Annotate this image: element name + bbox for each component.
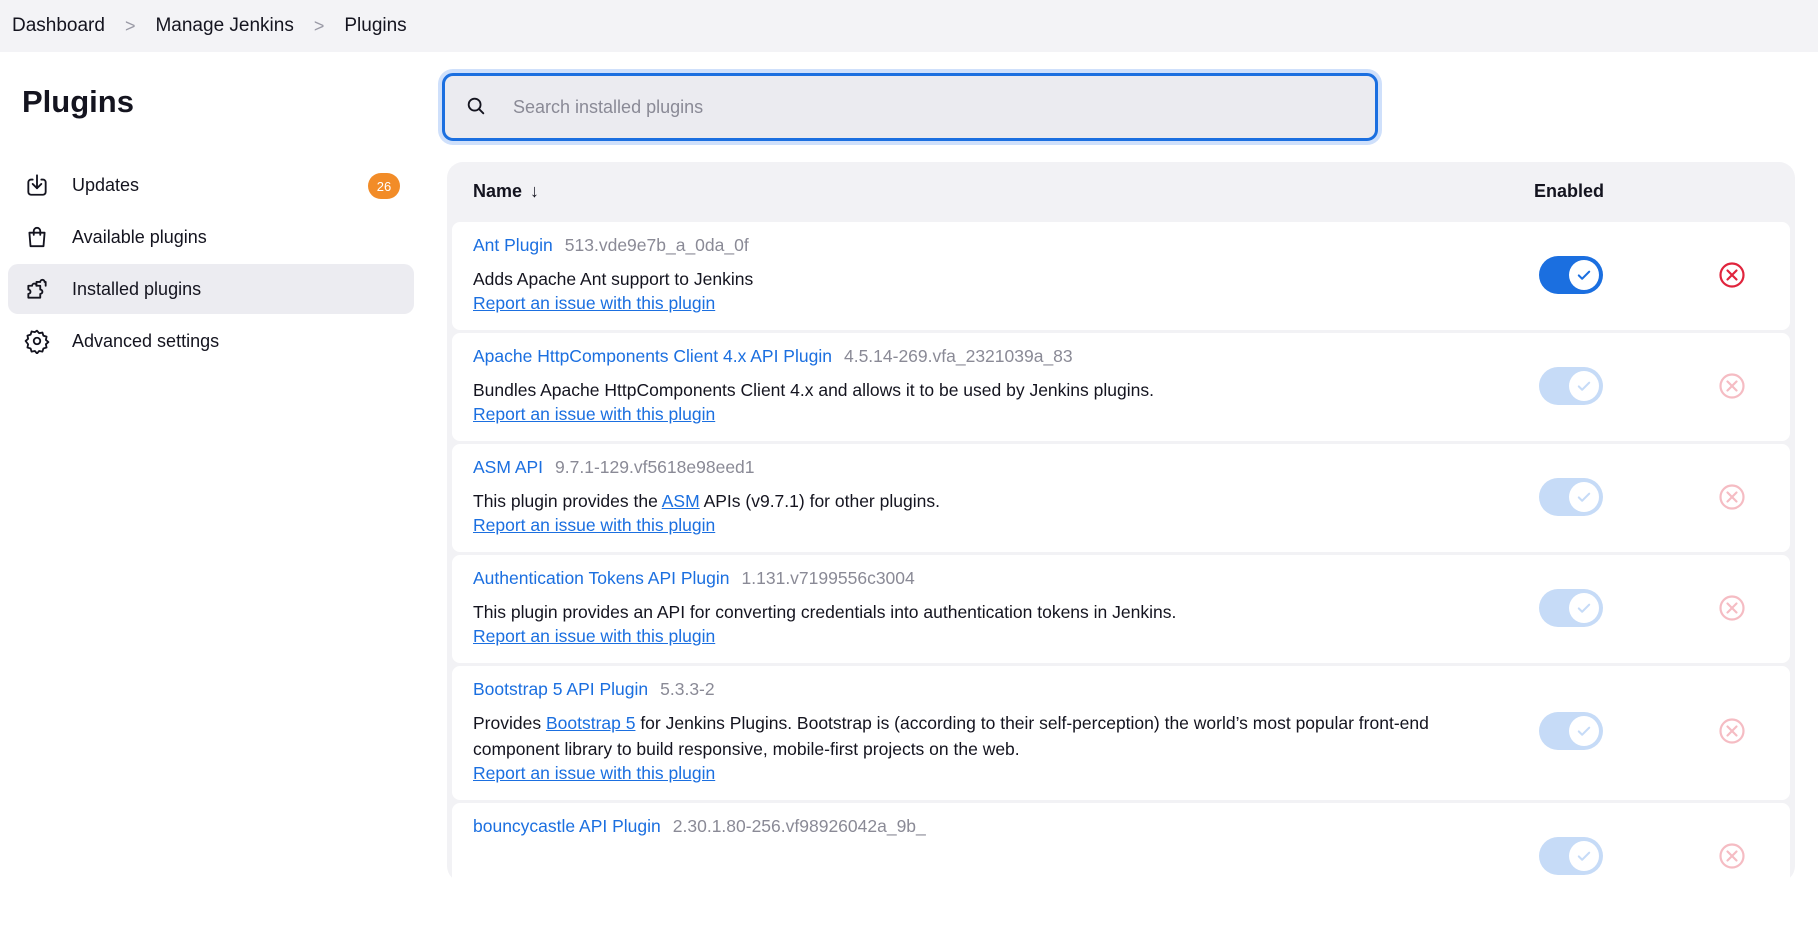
- sidebar-item-installed-plugins[interactable]: Installed plugins: [8, 264, 414, 314]
- uninstall-icon[interactable]: [1718, 594, 1746, 622]
- bootstrap-5-link[interactable]: Bootstrap 5: [546, 713, 636, 733]
- plugin-version: 513.vde9e7b_a_0da_0f: [564, 235, 749, 255]
- breadcrumb-plugins[interactable]: Plugins: [344, 15, 406, 37]
- enabled-toggle[interactable]: [1539, 367, 1603, 405]
- column-header-name[interactable]: Name ↓: [473, 181, 539, 202]
- download-icon: [22, 170, 52, 200]
- checkmark-icon: [1569, 260, 1599, 290]
- search-input[interactable]: [511, 95, 1375, 119]
- page-title: Plugins: [22, 84, 134, 119]
- breadcrumb-separator: >: [313, 15, 325, 36]
- enabled-toggle[interactable]: [1539, 712, 1603, 750]
- sidebar-item-advanced-settings[interactable]: Advanced settings: [8, 316, 414, 366]
- checkmark-icon: [1569, 371, 1599, 401]
- sidebar: Updates 26 Available plugins Installed p…: [8, 160, 414, 368]
- plugin-name-link[interactable]: bouncycastle API Plugin: [473, 816, 661, 836]
- plugin-name-link[interactable]: Ant Plugin: [473, 235, 553, 255]
- breadcrumb-dashboard[interactable]: Dashboard: [12, 15, 105, 37]
- plugin-version: 9.7.1-129.vf5618e98eed1: [555, 457, 755, 477]
- column-header-enabled: Enabled: [1534, 181, 1605, 201]
- sort-arrow-icon: ↓: [530, 181, 540, 201]
- plugin-name-link[interactable]: Bootstrap 5 API Plugin: [473, 679, 648, 699]
- sidebar-item-available-plugins[interactable]: Available plugins: [8, 212, 414, 262]
- checkmark-icon: [1569, 482, 1599, 512]
- uninstall-icon[interactable]: [1718, 717, 1746, 745]
- plugin-description: This plugin provides an API for converti…: [473, 602, 1177, 622]
- enabled-toggle[interactable]: [1539, 256, 1603, 294]
- plugin-version: 2.30.1.80-256.vf98926042a_9b_: [672, 816, 926, 836]
- report-issue-link[interactable]: Report an issue with this plugin: [473, 762, 715, 784]
- gear-icon: [22, 326, 52, 356]
- plugin-description: Provides Bootstrap 5 for Jenkins Plugins…: [473, 713, 1429, 759]
- plugin-description: This plugin provides the ASM APIs (v9.7.…: [473, 491, 940, 511]
- breadcrumb-manage-jenkins[interactable]: Manage Jenkins: [155, 15, 293, 37]
- plugin-name-link[interactable]: Authentication Tokens API Plugin: [473, 568, 730, 588]
- plugin-version: 1.131.v7199556c3004: [741, 568, 915, 588]
- sidebar-item-label: Advanced settings: [72, 330, 220, 351]
- table-row: Authentication Tokens API Plugin 1.131.v7…: [452, 555, 1790, 663]
- breadcrumb: Dashboard > Manage Jenkins > Plugins: [0, 0, 1818, 52]
- table-header: Name ↓ Enabled: [447, 162, 1795, 224]
- enabled-toggle[interactable]: [1539, 837, 1603, 875]
- table-row: bouncycastle API Plugin 2.30.1.80-256.vf9…: [452, 803, 1790, 923]
- report-issue-link[interactable]: Report an issue with this plugin: [473, 292, 715, 314]
- table-row: Bootstrap 5 API Plugin 5.3.3-2 Provides B…: [452, 666, 1790, 800]
- checkmark-icon: [1569, 841, 1599, 871]
- uninstall-icon[interactable]: [1718, 372, 1746, 400]
- uninstall-icon[interactable]: [1718, 261, 1746, 289]
- report-issue-link[interactable]: Report an issue with this plugin: [473, 625, 715, 647]
- table-row: Ant Plugin 513.vde9e7b_a_0da_0f Adds Apac…: [452, 222, 1790, 330]
- sidebar-item-label: Available plugins: [72, 226, 207, 247]
- plugin-version: 5.3.3-2: [660, 679, 715, 699]
- sidebar-item-label: Updates: [72, 174, 140, 195]
- plugin-description: Bundles Apache HttpComponents Client 4.x…: [473, 380, 1154, 400]
- table-row: ASM API 9.7.1-129.vf5618e98eed1 This plug…: [452, 444, 1790, 552]
- plugin-name-link[interactable]: ASM API: [473, 457, 543, 477]
- checkmark-icon: [1569, 593, 1599, 623]
- uninstall-icon[interactable]: [1718, 842, 1746, 870]
- checkmark-icon: [1569, 716, 1599, 746]
- enabled-toggle[interactable]: [1539, 478, 1603, 516]
- enabled-toggle[interactable]: [1539, 589, 1603, 627]
- plugin-name-link[interactable]: Apache HttpComponents Client 4.x API Plu…: [473, 346, 832, 366]
- breadcrumb-separator: >: [124, 15, 136, 36]
- search-icon: [465, 95, 489, 119]
- uninstall-icon[interactable]: [1718, 483, 1746, 511]
- shopping-bag-icon: [22, 222, 52, 252]
- sidebar-item-label: Installed plugins: [72, 278, 202, 299]
- puzzle-icon: [22, 274, 52, 304]
- sidebar-item-updates[interactable]: Updates 26: [8, 160, 414, 210]
- table-row: Apache HttpComponents Client 4.x API Plu…: [452, 333, 1790, 441]
- plugin-description: Adds Apache Ant support to Jenkins: [473, 269, 754, 289]
- plugin-version: 4.5.14-269.vfa_2321039a_83: [843, 346, 1073, 366]
- asm-link[interactable]: ASM: [662, 491, 700, 511]
- updates-count-badge: 26: [368, 173, 400, 199]
- plugins-table: Name ↓ Enabled Ant Plugin 513.vde9e7b_a_0d…: [447, 162, 1795, 923]
- search-box: [442, 73, 1378, 141]
- report-issue-link[interactable]: Report an issue with this plugin: [473, 403, 715, 425]
- report-issue-link[interactable]: Report an issue with this plugin: [473, 514, 715, 536]
